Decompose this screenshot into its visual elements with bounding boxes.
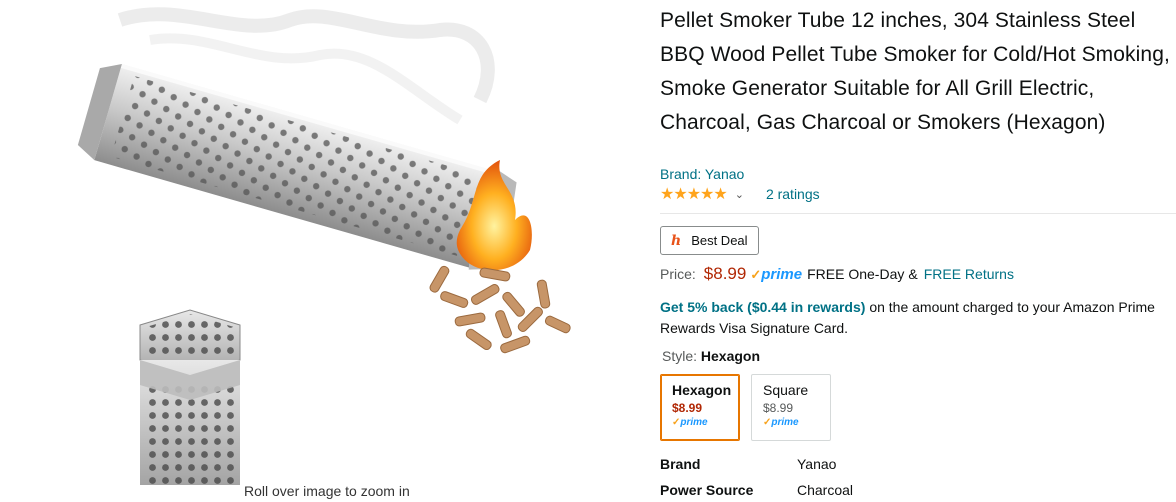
star-rating-icon[interactable]: ★★★★★ bbox=[660, 184, 728, 204]
best-deal-badge[interactable]: h Best Deal bbox=[660, 226, 759, 255]
style-option-hexagon[interactable]: Hexagon $8.99 ✓prime bbox=[660, 374, 740, 441]
product-info: Pellet Smoker Tube 12 inches, 304 Stainl… bbox=[660, 0, 1176, 498]
price-label: Price: bbox=[660, 266, 696, 282]
style-label: Style: Hexagon bbox=[662, 348, 761, 364]
price-row: Price: $8.99 ✓ prime FREE One-Day & FREE… bbox=[660, 264, 1014, 290]
ratings-row: ★★★★★ ⌄ 2 ratings bbox=[660, 184, 820, 204]
option-name: Square bbox=[763, 382, 809, 398]
rewards-link[interactable]: Get 5% back ($0.44 in rewards) bbox=[660, 299, 865, 315]
product-image-area: Roll over image to zoom in bbox=[0, 0, 640, 502]
option-prime-badge: ✓prime bbox=[672, 417, 708, 428]
chevron-down-icon[interactable]: ⌄ bbox=[735, 188, 744, 201]
option-price: $8.99 bbox=[672, 401, 703, 415]
secondary-product-image bbox=[139, 309, 241, 485]
spec-value: Charcoal bbox=[797, 482, 854, 498]
ratings-count-link[interactable]: 2 ratings bbox=[766, 186, 820, 202]
best-deal-label: Best Deal bbox=[691, 233, 748, 248]
option-price: $8.99 bbox=[763, 401, 794, 415]
amp-text: & bbox=[908, 266, 918, 282]
free-returns-link[interactable]: FREE Returns bbox=[924, 266, 1014, 282]
style-selected: Hexagon bbox=[700, 348, 761, 364]
divider bbox=[660, 213, 1176, 214]
prime-check-icon: ✓ bbox=[750, 267, 762, 282]
option-name: Hexagon bbox=[672, 382, 732, 398]
spec-row-power-source: Power Source Charcoal bbox=[660, 482, 1176, 502]
spec-key: Brand bbox=[660, 456, 701, 472]
spec-value: Yanao bbox=[797, 456, 837, 472]
zoom-hint: Roll over image to zoom in bbox=[244, 483, 410, 499]
product-title: Pellet Smoker Tube 12 inches, 304 Stainl… bbox=[660, 9, 1170, 134]
prime-logo[interactable]: prime bbox=[761, 266, 802, 283]
honey-icon: h bbox=[671, 232, 682, 249]
free-one-day-text: FREE One-Day bbox=[807, 266, 905, 282]
spec-key: Power Source bbox=[660, 482, 754, 498]
brand-link[interactable]: Brand: Yanao bbox=[660, 166, 744, 182]
option-prime-badge: ✓prime bbox=[763, 417, 799, 428]
spec-row-brand: Brand Yanao bbox=[660, 456, 1176, 476]
rewards-offer: Get 5% back ($0.44 in rewards) on the am… bbox=[660, 297, 1176, 339]
style-option-square[interactable]: Square $8.99 ✓prime bbox=[751, 374, 831, 441]
price-value: $8.99 bbox=[703, 264, 747, 283]
